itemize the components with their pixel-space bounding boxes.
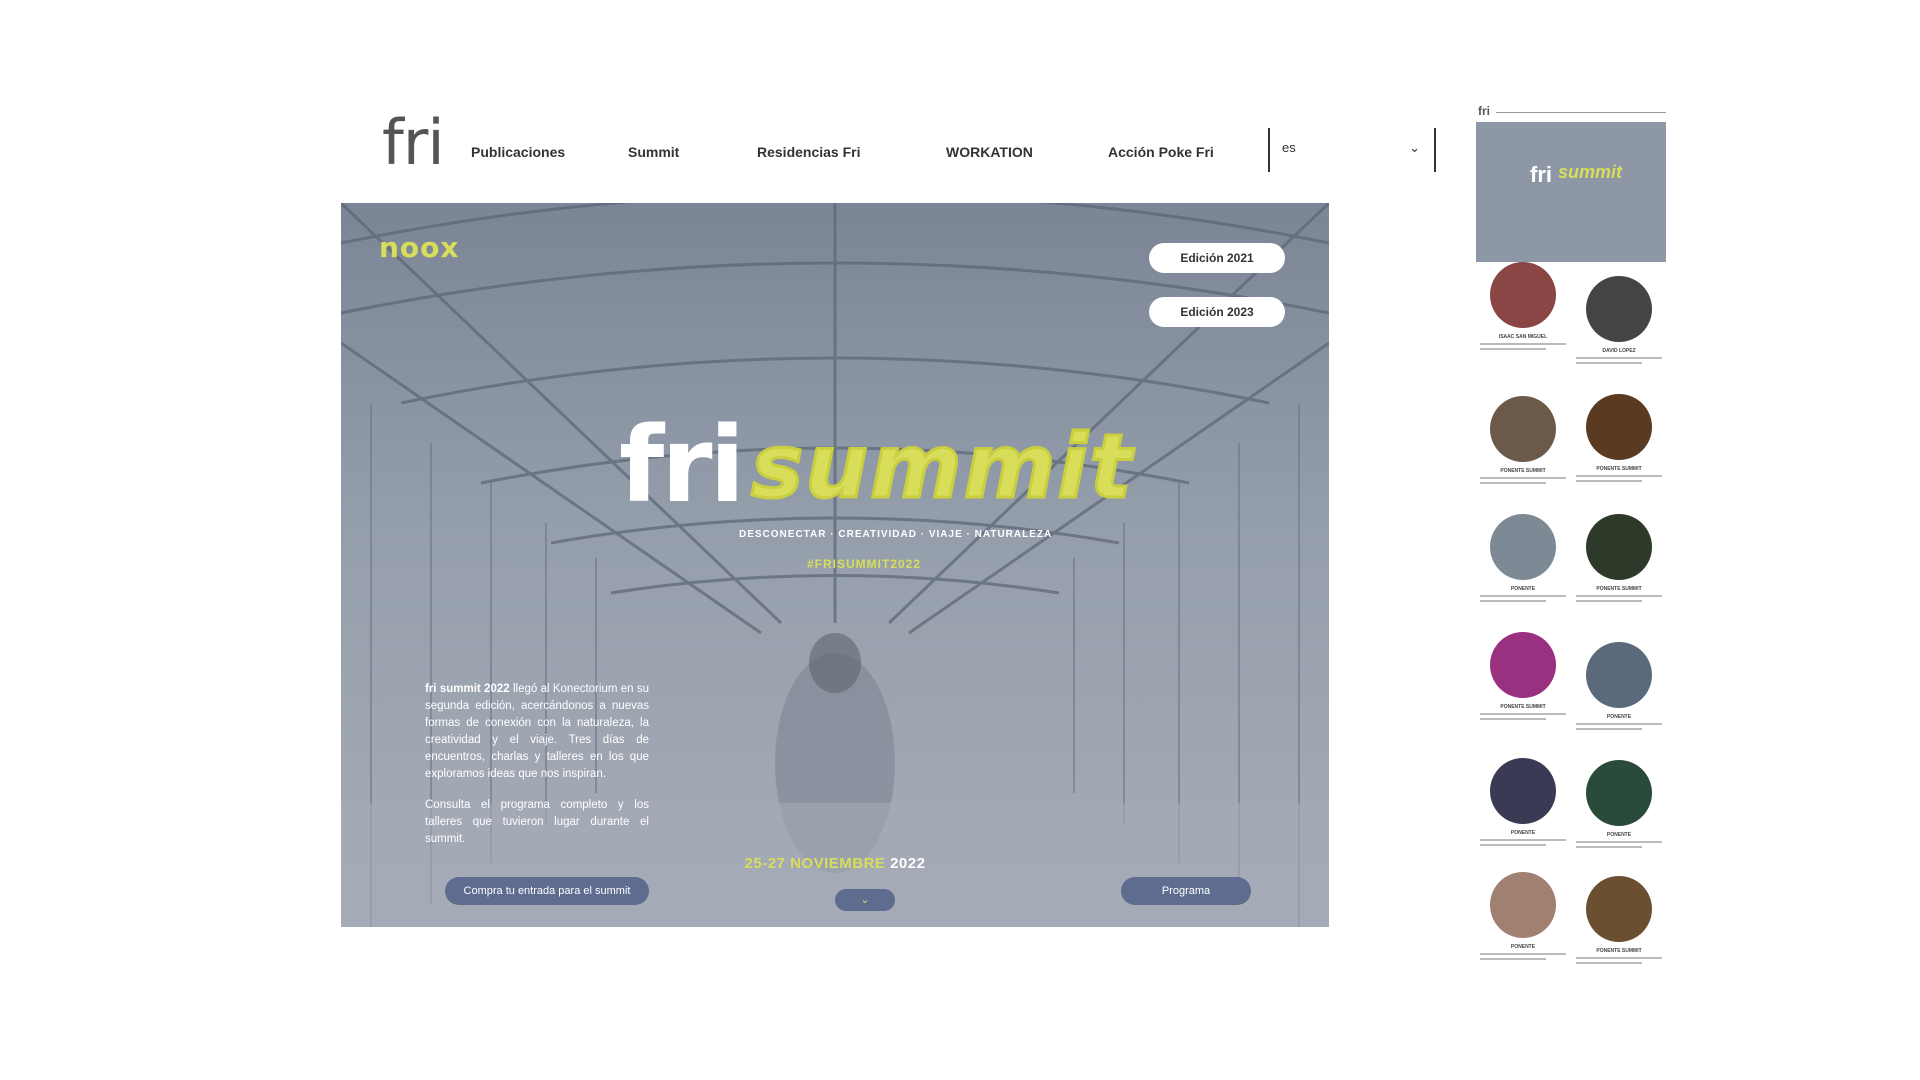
chevron-down-icon: ⌄: [1409, 140, 1420, 155]
intro-text: fri summit 2022 llegó al Konectorium en …: [425, 681, 649, 848]
program-button[interactable]: Programa: [1121, 877, 1251, 905]
hashtag: #FRISUMMIT2022: [807, 557, 922, 571]
edition-2021-button[interactable]: Edición 2021: [1149, 243, 1285, 273]
language-value: es: [1282, 140, 1296, 155]
speaker-avatar: [1490, 262, 1556, 328]
mini-nav: [1496, 112, 1666, 113]
divider: [1434, 128, 1436, 172]
speaker-name: ISAAC SAN MIGUEL: [1498, 334, 1548, 340]
speaker-card[interactable]: PONENTE SUMMIT: [1574, 514, 1664, 602]
scroll-down-button[interactable]: ⌄: [835, 889, 895, 911]
hero-banner: noox Edición 2021 Edición 2023 fri summi…: [341, 203, 1329, 927]
speaker-card[interactable]: PONENTE SUMMIT: [1478, 396, 1568, 484]
speaker-avatar: [1586, 760, 1652, 826]
speaker-card[interactable]: PONENTE: [1574, 760, 1664, 848]
speaker-avatar: [1490, 758, 1556, 824]
language-select[interactable]: es ⌄: [1282, 140, 1424, 162]
fri-summit-brand: fri summit: [619, 405, 1133, 527]
mini-logo: fri: [1478, 104, 1490, 118]
event-dates: 25-27 NOVIEMBRE 2022: [341, 855, 1329, 872]
nav-accion-poke-fri[interactable]: Acción Poke Fri: [1108, 144, 1214, 160]
speaker-name: PONENTE: [1510, 944, 1536, 950]
speaker-card[interactable]: PONENTE: [1478, 758, 1568, 846]
speaker-avatar: [1490, 514, 1556, 580]
nav-publicaciones[interactable]: Publicaciones: [471, 144, 565, 160]
nav-workation[interactable]: WORKATION: [946, 144, 1033, 160]
speaker-avatar: [1490, 632, 1556, 698]
dates-year: 2022: [885, 855, 926, 872]
speaker-card[interactable]: PONENTE: [1478, 872, 1568, 960]
speaker-name: PONENTE: [1606, 714, 1632, 720]
speaker-card[interactable]: PONENTE SUMMIT: [1574, 394, 1664, 482]
speaker-card[interactable]: PONENTE: [1574, 642, 1664, 730]
mini-header: fri: [1476, 104, 1668, 120]
speaker-name: PONENTE: [1606, 832, 1632, 838]
mini-hero[interactable]: fri summit: [1476, 122, 1666, 262]
speaker-card[interactable]: PONENTE: [1478, 514, 1568, 602]
buy-ticket-button[interactable]: Compra tu entrada para el summit: [445, 877, 649, 905]
mini-brand-fri: fri: [1530, 162, 1552, 187]
speaker-avatar: [1490, 872, 1556, 938]
speaker-name: PONENTE SUMMIT: [1500, 468, 1546, 474]
speaker-avatar: [1586, 642, 1652, 708]
speaker-card[interactable]: PONENTE SUMMIT: [1478, 632, 1568, 720]
speaker-card[interactable]: ISAAC SAN MIGUEL: [1478, 262, 1568, 350]
intro-strong: fri summit 2022: [425, 683, 510, 695]
nav-summit[interactable]: Summit: [628, 144, 679, 160]
noox-sponsor-logo: noox: [379, 231, 460, 264]
speaker-name: PONENTE: [1510, 586, 1536, 592]
speaker-name: PONENTE SUMMIT: [1596, 586, 1642, 592]
speaker-name: PONENTE SUMMIT: [1500, 704, 1546, 710]
speaker-name: PONENTE SUMMIT: [1596, 466, 1642, 472]
speaker-avatar: [1586, 514, 1652, 580]
tagline: DESCONECTAR · CREATIVIDAD · VIAJE · NATU…: [739, 529, 1053, 540]
fri-logo[interactable]: fri: [382, 112, 445, 174]
speaker-avatar: [1586, 394, 1652, 460]
dates-range: 25-27 NOVIEMBRE: [744, 855, 886, 872]
speaker-name: PONENTE SUMMIT: [1596, 948, 1642, 954]
speaker-card[interactable]: DAVID LOPEZ: [1574, 276, 1664, 364]
nav-residencias[interactable]: Residencias Fri: [757, 144, 861, 160]
speaker-card[interactable]: PONENTE SUMMIT: [1574, 876, 1664, 964]
brand-summit: summit: [750, 415, 1134, 518]
intro-secondary: Consulta el programa completo y los tall…: [425, 799, 649, 845]
speaker-name: PONENTE: [1510, 830, 1536, 836]
speaker-name: DAVID LOPEZ: [1602, 348, 1636, 354]
intro-body: llegó al Konectorium en su segunda edici…: [425, 683, 650, 780]
divider: [1268, 128, 1270, 172]
speaker-avatar: [1586, 276, 1652, 342]
speaker-avatar: [1586, 876, 1652, 942]
speaker-avatar: [1490, 396, 1556, 462]
brand-fri: fri: [619, 404, 745, 526]
edition-2023-button[interactable]: Edición 2023: [1149, 297, 1285, 327]
mini-brand-summit: summit: [1558, 162, 1623, 182]
